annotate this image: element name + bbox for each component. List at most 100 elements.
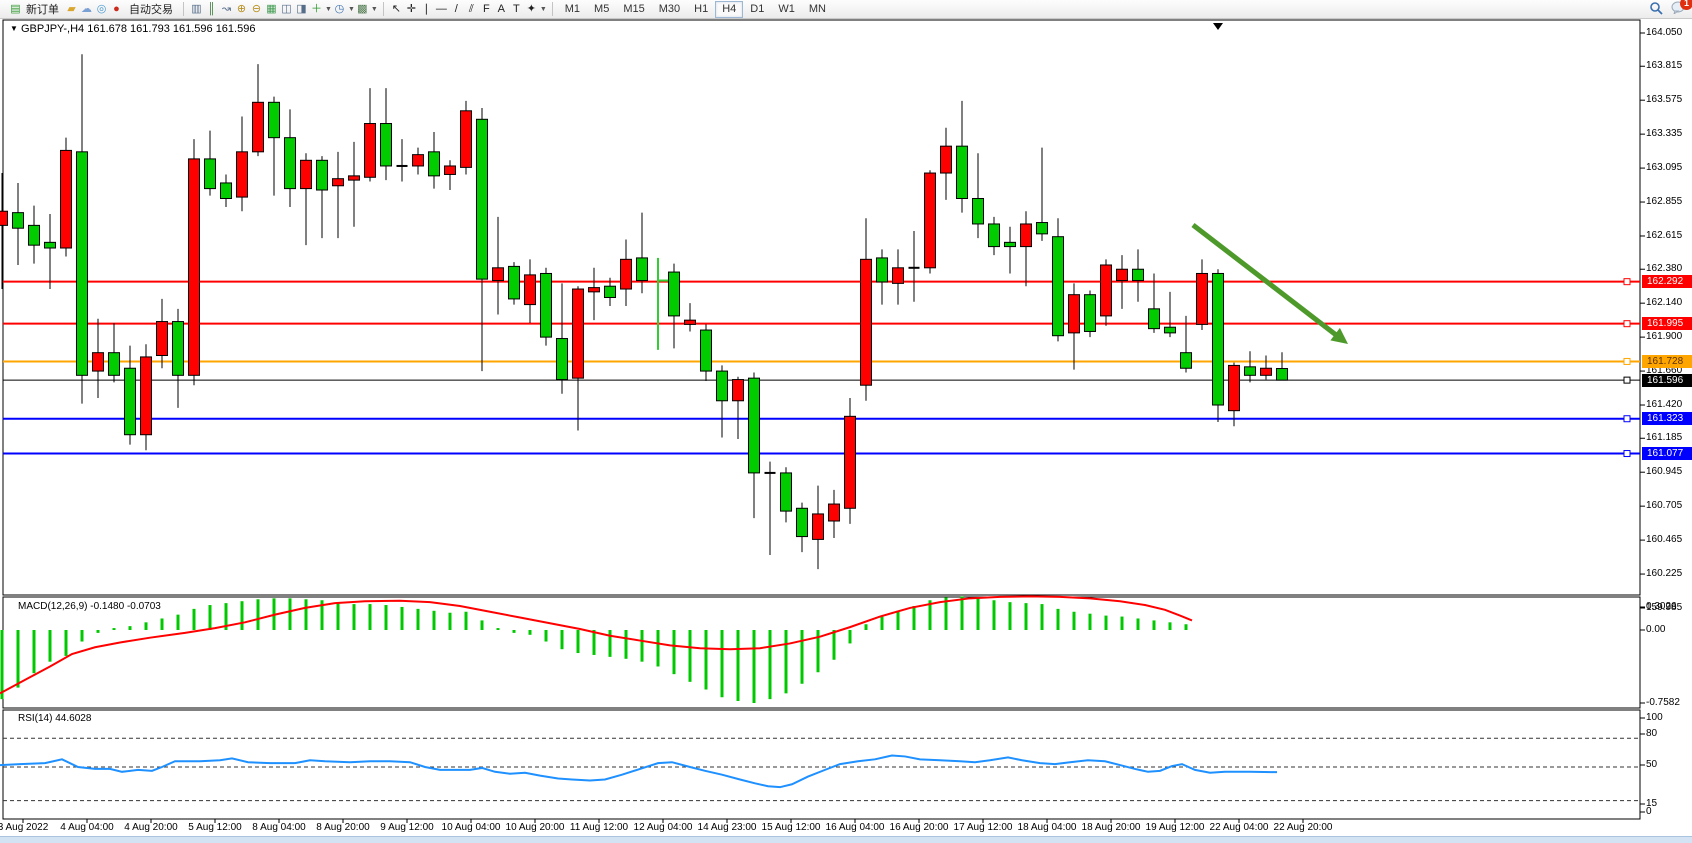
window-bottom-strip	[0, 836, 1692, 843]
price-axis-label: 160.225	[1646, 568, 1682, 579]
candle-body	[941, 146, 952, 173]
bar-chart-icon[interactable]: ▥	[189, 2, 204, 17]
rsi-indicator-label: RSI(14) 44.6028	[18, 713, 91, 724]
candle-body	[1053, 237, 1064, 336]
publish-cloud-icon[interactable]: ☁	[79, 2, 94, 17]
timeframe-mn[interactable]: MN	[802, 1, 833, 18]
candle-body	[749, 378, 760, 473]
text-icon[interactable]: A	[494, 2, 509, 17]
price-axis-label: 162.380	[1646, 263, 1682, 274]
candle-body	[445, 166, 456, 174]
timeframe-h1[interactable]: H1	[687, 1, 715, 18]
crosshair-icon[interactable]: ✛	[404, 2, 419, 17]
channel-icon[interactable]: ⫽	[464, 2, 479, 17]
left-icon-group: ▰☁◎●	[64, 2, 124, 17]
auto-trading-label: 自动交易	[129, 1, 173, 17]
candle-body	[925, 173, 936, 268]
price-level-handle	[1624, 451, 1630, 457]
time-axis-label: 22 Aug 20:00	[1274, 822, 1333, 833]
candle-body	[77, 152, 88, 375]
chart-dropdown-icon[interactable]: ▼	[10, 24, 18, 33]
auto-trading-icon[interactable]: ●	[109, 2, 124, 17]
price-axis-label: 161.900	[1646, 331, 1682, 342]
time-axis-label: 16 Aug 04:00	[826, 822, 885, 833]
candle-body	[1117, 269, 1128, 280]
candle-body	[1165, 327, 1176, 333]
price-level-tag: 161.728	[1642, 355, 1692, 368]
candle-body	[429, 152, 440, 176]
candle-body	[685, 320, 696, 324]
candle-body	[957, 146, 968, 198]
indicators-icon-caret[interactable]: ▼	[325, 6, 332, 13]
candle-body	[573, 289, 584, 378]
candle-body	[605, 286, 616, 297]
new-chart-icon[interactable]: ◫	[279, 2, 294, 17]
candle-body	[413, 155, 424, 166]
candle-body	[509, 266, 520, 299]
search-icon[interactable]	[1649, 1, 1663, 18]
arrows-icon-caret[interactable]: ▼	[540, 6, 547, 13]
arrows-icon[interactable]: ✦	[524, 2, 539, 17]
macd-indicator-label: MACD(12,26,9) -0.1480 -0.0703	[18, 601, 161, 612]
candle-body	[973, 198, 984, 223]
candle-body	[1181, 353, 1192, 369]
timeframe-w1[interactable]: W1	[771, 1, 802, 18]
periods-clock-icon[interactable]: ◷	[332, 2, 347, 17]
price-axis-label: 162.615	[1646, 230, 1682, 241]
tile-windows-icon[interactable]: ▦	[264, 2, 279, 17]
rsi-axis-label: 0	[1646, 806, 1652, 817]
candle-body	[29, 225, 40, 245]
candle-body	[109, 353, 120, 376]
fibonacci-icon[interactable]: F	[479, 2, 494, 17]
indicators-icon[interactable]: ＋	[309, 2, 324, 17]
candle-body	[541, 273, 552, 337]
price-level-tag: 162.292	[1642, 275, 1692, 288]
chart-shift-icon[interactable]: ◨	[294, 2, 309, 17]
timeframe-d1[interactable]: D1	[743, 1, 771, 18]
timeframe-toolbar: M1M5M15M30H1H4D1W1MN	[555, 0, 836, 19]
notifications-icon[interactable]: 1	[1671, 1, 1686, 17]
candle-body	[893, 268, 904, 284]
main-toolbar: ▤ 新订单 ▰☁◎● 自动交易 ▥║↝⊕⊖▦◫◨＋▼◷▼▩▼ ↖✛❘―/⫽FAT…	[0, 0, 1692, 19]
periods-clock-icon-caret[interactable]: ▼	[348, 6, 355, 13]
chart-title: ▼ GBPJPY-,H4 161.678 161.793 161.596 161…	[10, 23, 255, 35]
time-axis-label: 10 Aug 20:00	[506, 822, 565, 833]
candle-body	[317, 160, 328, 190]
timeframe-m30[interactable]: M30	[652, 1, 687, 18]
price-level-handle	[1624, 279, 1630, 285]
new-order-button[interactable]: ▤ 新订单	[3, 1, 64, 18]
timeframe-m1[interactable]: M1	[558, 1, 587, 18]
mt4-window: ▤ 新订单 ▰☁◎● 自动交易 ▥║↝⊕⊖▦◫◨＋▼◷▼▩▼ ↖✛❘―/⫽FAT…	[0, 0, 1692, 843]
signals-icon[interactable]: ◎	[94, 2, 109, 17]
time-axis-label: 3 Aug 2022	[0, 822, 48, 833]
horizontal-line-icon[interactable]: ―	[434, 2, 449, 17]
candle-body	[1245, 367, 1256, 375]
timeframe-m15[interactable]: M15	[616, 1, 651, 18]
time-axis-label: 8 Aug 20:00	[316, 822, 369, 833]
history-book-icon[interactable]: ▰	[64, 2, 79, 17]
auto-trading-button[interactable]: 自动交易	[124, 1, 178, 18]
trendline-icon[interactable]: /	[449, 2, 464, 17]
candle-body	[285, 138, 296, 189]
templates-icon-caret[interactable]: ▼	[371, 6, 378, 13]
chart-surface[interactable]	[0, 0, 1692, 843]
symbol-period-label: GBPJPY-,H4	[21, 23, 84, 35]
candle-body	[525, 275, 536, 305]
vertical-line-icon[interactable]: ❘	[419, 2, 434, 17]
time-axis-label: 5 Aug 12:00	[188, 822, 241, 833]
time-axis-label: 12 Aug 04:00	[634, 822, 693, 833]
text-label-icon[interactable]: T	[509, 2, 524, 17]
price-level-handle	[1624, 321, 1630, 327]
candle-body	[701, 330, 712, 371]
zoom-in-icon[interactable]: ⊕	[234, 2, 249, 17]
zoom-out-icon[interactable]: ⊖	[249, 2, 264, 17]
candle-body	[733, 380, 744, 401]
line-chart-icon[interactable]: ↝	[219, 2, 234, 17]
price-axis-label: 163.335	[1646, 128, 1682, 139]
timeframe-m5[interactable]: M5	[587, 1, 616, 18]
timeframe-h4[interactable]: H4	[715, 1, 743, 18]
templates-icon[interactable]: ▩	[355, 2, 370, 17]
rsi-axis-label: 50	[1646, 759, 1657, 770]
cursor-icon[interactable]: ↖	[389, 2, 404, 17]
candlestick-chart-icon[interactable]: ║	[204, 2, 219, 17]
